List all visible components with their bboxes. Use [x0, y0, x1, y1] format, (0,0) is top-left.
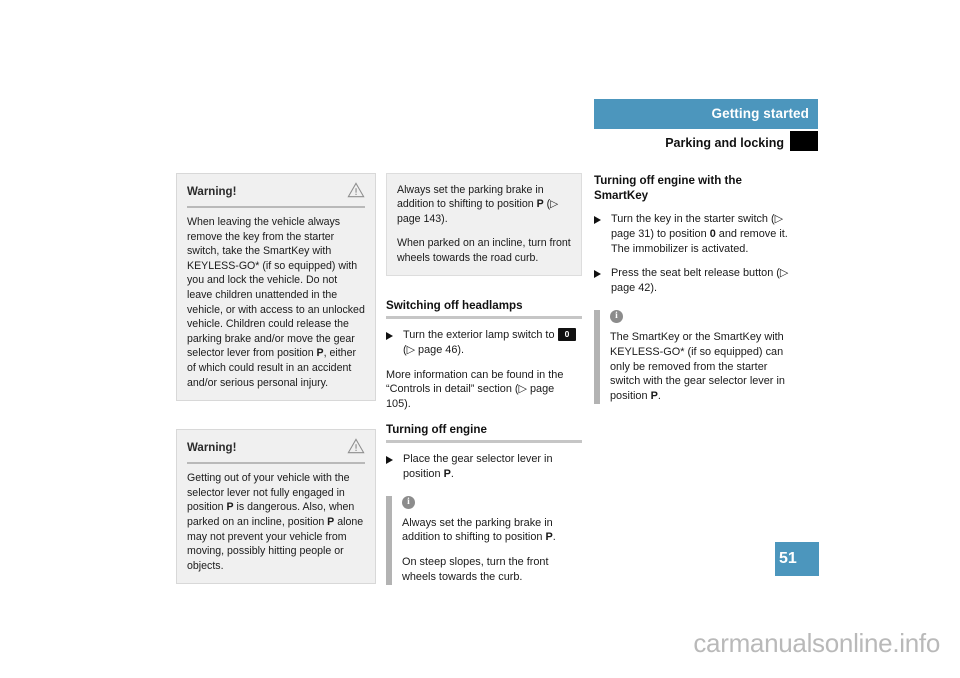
- note-paragraph-2: On steep slopes, turn the front wheels t…: [402, 556, 549, 583]
- parking-brake-info-panel: Always set the parking brake in addition…: [386, 173, 582, 277]
- heading-turning-off-engine-smartkey: Turning off engine with the SmartKey: [594, 174, 742, 202]
- note-paragraph-1: The SmartKey or the SmartKey with KEYLES…: [610, 330, 785, 403]
- engine-info-note: i Always set the parking brake in additi…: [386, 495, 582, 585]
- warning-box-1: Warning! When leaving the vehicle always…: [176, 173, 376, 402]
- info-panel-paragraph-1: Always set the parking brake in addition…: [397, 184, 559, 225]
- heading-rule: [386, 316, 582, 320]
- chapter-title: Getting started: [711, 106, 809, 121]
- info-circle-icon: i: [402, 495, 415, 509]
- middle-column: Always set the parking brake in addition…: [386, 173, 582, 597]
- warning-box-2-label: Warning!: [187, 442, 237, 455]
- info-circle-icon: i: [610, 309, 623, 323]
- list-item: Turn the exterior lamp switch to 0 (▷ pa…: [386, 328, 582, 358]
- warning-box-2: Warning! Getting out of your vehicle wit…: [176, 429, 376, 585]
- note-accent-bar: [594, 309, 600, 404]
- warning-box-1-text: When leaving the vehicle always remove t…: [187, 216, 365, 389]
- section-header-row: Parking and locking: [594, 131, 818, 156]
- warning-triangle-icon: [347, 438, 365, 454]
- site-watermark: carmanualsonline.info: [693, 628, 940, 658]
- warning-box-2-divider: [187, 462, 365, 465]
- warning-box-2-header: Warning!: [187, 438, 365, 460]
- chapter-title-bar: Getting started: [594, 99, 818, 129]
- heading-turning-off-engine: Turning off engine: [386, 423, 487, 437]
- page-header: Getting started Parking and locking: [594, 99, 818, 156]
- bullet-triangle-icon: [594, 216, 601, 224]
- note-accent-bar: [386, 495, 392, 585]
- right-column: Turning off engine with the SmartKey Tur…: [594, 173, 794, 416]
- left-column: Warning! When leaving the vehicle always…: [176, 173, 376, 612]
- bullet-text: Press the seat belt release button (▷ pa…: [611, 267, 789, 295]
- warning-box-1-divider: [187, 206, 365, 208]
- list-item: Turn the key in the starter switch (▷ pa…: [594, 212, 794, 256]
- lamp-switch-position-badge: 0: [557, 328, 577, 342]
- bullet-triangle-icon: [386, 456, 393, 465]
- page-reference[interactable]: (▷ page 46).: [403, 344, 464, 356]
- info-panel-paragraph-2: When parked on an incline, turn front wh…: [397, 237, 571, 264]
- warning-box-2-text: Getting out of your vehicle with the sel…: [187, 472, 364, 572]
- bullet-triangle-icon: [386, 332, 393, 341]
- warning-triangle-icon: [347, 182, 365, 198]
- section-title: Parking and locking: [665, 136, 784, 150]
- bullet-triangle-icon: [594, 270, 601, 279]
- bullet-text: Turn the exterior lamp switch to: [403, 329, 555, 342]
- bullet-text: Place the gear selector lever in positio…: [403, 453, 553, 480]
- heading-switching-off-headlamps: Switching off headlamps: [386, 299, 523, 313]
- page-number-badge: 51: [775, 542, 819, 576]
- note-paragraph-1: Always set the parking brake in addition…: [402, 516, 556, 544]
- list-item: Press the seat belt release button (▷ pa…: [594, 266, 794, 296]
- bullet-sub-text: The immobilizer is activated.: [611, 242, 749, 255]
- smartkey-info-note: i The SmartKey or the SmartKey with KEYL…: [594, 309, 794, 404]
- warning-box-1-header: Warning!: [187, 182, 365, 204]
- list-item: Place the gear selector lever in positio…: [386, 452, 582, 482]
- chapter-tab-marker: [790, 131, 818, 151]
- bullet-text: Turn the key in the starter switch (▷ pa…: [611, 213, 788, 240]
- warning-box-1-label: Warning!: [187, 186, 237, 198]
- headlamps-more-info-paragraph: More information can be found in the “Co…: [386, 368, 564, 411]
- heading-rule: [386, 440, 582, 444]
